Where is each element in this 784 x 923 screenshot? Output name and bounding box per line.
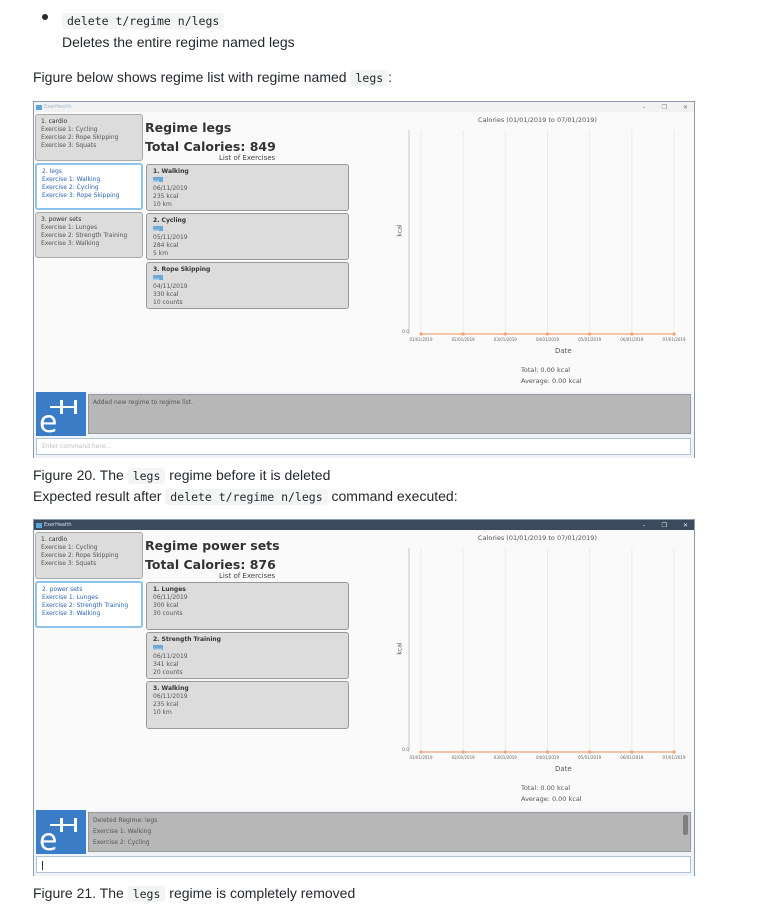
data-point[interactable] (588, 750, 592, 754)
x-tick-label: 07/01/2019 (662, 337, 686, 342)
regime-card-selected[interactable]: 2. power sets Exercise 1: Lunges Exercis… (35, 581, 143, 628)
tag-badge: legs (153, 177, 163, 183)
command-area: e Added new regime to regime list. Enter… (34, 392, 694, 458)
list-label: List of Exercises (219, 572, 276, 580)
x-tick-label: 01/01/2019 (409, 755, 433, 760)
scrollbar-thumb[interactable] (683, 815, 688, 835)
data-point[interactable] (419, 750, 423, 754)
title-bar: ExerHealth – ❐ ✕ (34, 520, 694, 530)
x-tick-label: 06/01/2019 (620, 755, 644, 760)
svg-text:e: e (39, 823, 57, 854)
minimize-icon[interactable]: – (643, 104, 646, 111)
x-tick-label: 03/01/2019 (493, 755, 517, 760)
tag-badge: legs (153, 275, 163, 281)
calorie-chart: Calories (01/01/2019 to 07/01/2019) kcal… (381, 530, 694, 810)
data-point[interactable] (461, 750, 465, 754)
x-tick-label: 05/01/2019 (578, 337, 602, 342)
x-tick-label: 01/01/2019 (409, 337, 433, 342)
x-tick-label: 02/01/2019 (451, 755, 475, 760)
exercise-panel: Regime power sets Total Calories: 876 Li… (145, 530, 381, 810)
x-tick-label: 07/01/2019 (662, 755, 686, 760)
command-area: e Deleted Regime: legs Exercise 1: Walki… (34, 810, 694, 876)
result-display: Deleted Regime: legs Exercise 1: Walking… (88, 812, 691, 852)
exercise-card[interactable]: 2. Cycling legs 05/11/2019 284 kcal 5 km (146, 213, 349, 260)
text-cursor (42, 861, 43, 870)
list-label: List of Exercises (219, 154, 276, 162)
regime-card[interactable]: 3. power sets Exercise 1: Lunges Exercis… (35, 212, 143, 258)
chart-plot (408, 130, 676, 336)
command-example: delete t/regime n/legs (62, 12, 225, 29)
exercise-card[interactable]: 1. Walking legs 06/11/2019 235 kcal 10 k… (146, 164, 349, 211)
app-title: ExerHealth (44, 522, 72, 528)
close-icon[interactable]: ✕ (683, 522, 688, 529)
x-tick-label: 05/01/2019 (578, 755, 602, 760)
exercise-card[interactable]: 3. Rope Skipping legs 04/11/2019 330 kca… (146, 262, 349, 309)
app-icon (36, 104, 42, 110)
maximize-icon[interactable]: ❐ (662, 104, 667, 111)
command-input[interactable] (36, 856, 691, 873)
exercise-card[interactable]: 3. Walking 06/11/2019 235 kcal 10 km (146, 681, 349, 729)
regime-card[interactable]: 1. cardio Exercise 1: Cycling Exercise 2… (35, 532, 143, 579)
close-icon[interactable]: ✕ (683, 104, 688, 111)
data-point[interactable] (630, 332, 634, 336)
data-point[interactable] (672, 332, 676, 336)
expected-result-text: Expected result after delete t/regime n/… (33, 488, 458, 505)
list-bullet (42, 14, 48, 20)
total-calories: Total Calories: 849 (145, 139, 276, 154)
app-title: ExerHealth (44, 104, 72, 110)
title-bar: ExerHealth – ❐ ✕ (34, 102, 694, 112)
data-point[interactable] (545, 332, 550, 336)
minimize-icon[interactable]: – (643, 522, 646, 529)
x-tick-label: 04/01/2019 (535, 337, 560, 342)
svg-text:e: e (39, 405, 57, 436)
total-calories: Total Calories: 876 (145, 557, 276, 572)
tag-badge: legs (153, 226, 163, 232)
app-logo: e (36, 392, 86, 436)
maximize-icon[interactable]: ❐ (662, 522, 667, 529)
data-point[interactable] (503, 332, 507, 336)
figure-caption-1: Figure 20. The legs regime before it is … (33, 467, 331, 484)
command-description: Deletes the entire regime named legs (62, 34, 295, 50)
data-point[interactable] (672, 750, 676, 754)
x-tick-label: 06/01/2019 (620, 337, 644, 342)
regime-card-selected[interactable]: 2. legs Exercise 1: Walking Exercise 2: … (35, 163, 143, 210)
data-point[interactable] (630, 750, 634, 754)
data-point[interactable] (503, 750, 507, 754)
data-point[interactable] (545, 750, 550, 754)
tag-badge: power (153, 645, 163, 651)
app-window-2: ExerHealth – ❐ ✕ 1. cardio Exercise 1: C… (33, 519, 695, 876)
data-point[interactable] (588, 332, 592, 336)
app-icon (36, 522, 42, 528)
regime-list: 1. cardio Exercise 1: Cycling Exercise 2… (34, 530, 145, 810)
figure-intro: Figure below shows regime list with regi… (33, 69, 393, 86)
regime-list: 1. cardio Exercise 1: Cycling Exercise 2… (34, 112, 145, 392)
x-tick-label: 02/01/2019 (451, 337, 475, 342)
data-point[interactable] (419, 332, 423, 336)
chart-plot (408, 548, 676, 754)
data-point[interactable] (461, 332, 465, 336)
command-input[interactable]: Enter command here... (36, 438, 691, 455)
regime-card[interactable]: 1. cardio Exercise 1: Cycling Exercise 2… (35, 114, 143, 161)
exercise-panel: Regime legs Total Calories: 849 List of … (145, 112, 381, 392)
figure-caption-2: Figure 21. The legs regime is completely… (33, 885, 356, 902)
app-logo: e (36, 810, 86, 854)
exercise-card[interactable]: 1. Lunges 06/11/2019 300 kcal 30 counts (146, 582, 349, 630)
calorie-chart: Calories (01/01/2019 to 07/01/2019) kcal… (381, 112, 694, 392)
command-code: delete t/regime n/legs (62, 13, 225, 29)
result-display: Added new regime to regime list. (88, 394, 691, 434)
x-tick-label: 04/01/2019 (535, 755, 560, 760)
regime-title: Regime power sets (145, 538, 280, 553)
x-tick-label: 03/01/2019 (493, 337, 517, 342)
regime-title: Regime legs (145, 120, 232, 135)
exercise-card[interactable]: 2. Strength Training power 06/11/2019 34… (146, 632, 349, 679)
app-window-1: ExerHealth – ❐ ✕ 1. cardio Exercise 1: C… (33, 101, 695, 458)
